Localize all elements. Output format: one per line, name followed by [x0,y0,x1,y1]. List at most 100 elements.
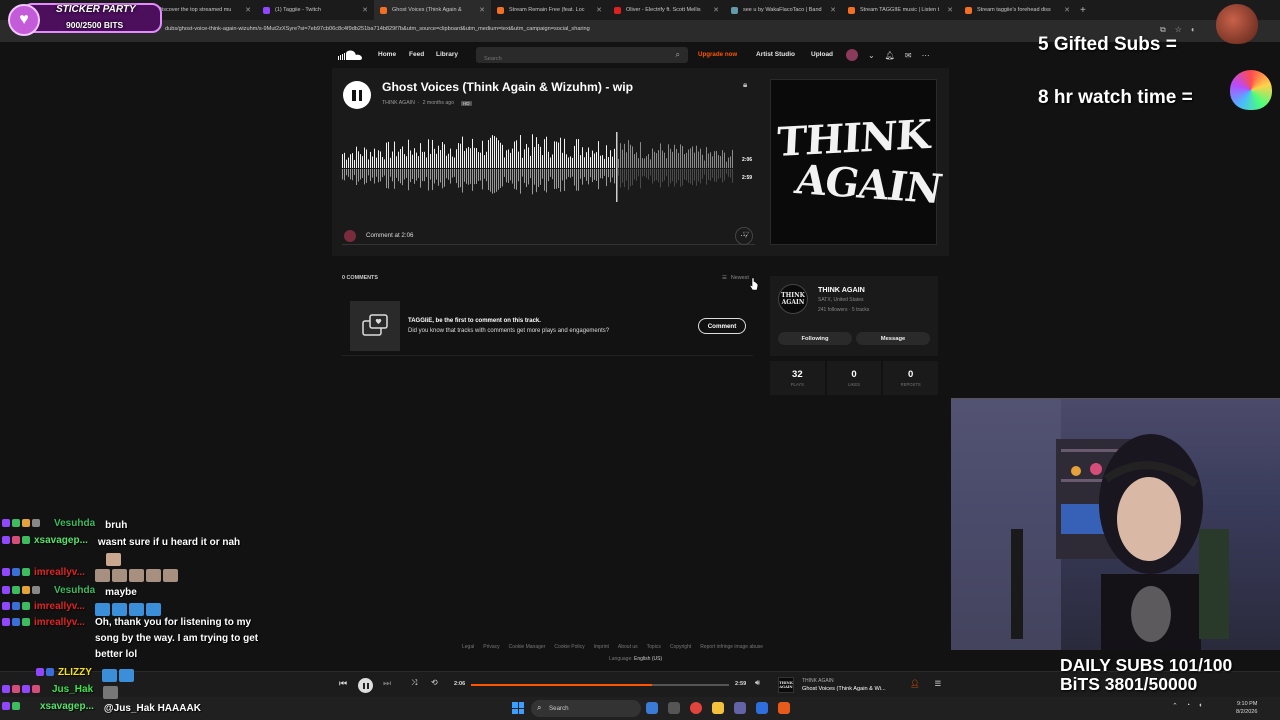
taskbar-clock[interactable]: 9:10 PM 8/2/2026 [1236,700,1257,716]
player-artwork[interactable]: THINK AGAIN [778,677,794,693]
comment-input[interactable]: Comment at 2:06 [366,232,413,239]
nav-library[interactable]: Library [436,51,458,58]
chat-username[interactable]: imreallyv... [34,567,85,578]
comment-input-bar[interactable]: Comment at 2:06 ▽ [342,227,755,245]
nav-home[interactable]: Home [378,51,396,58]
waveform-playhead[interactable] [616,132,618,202]
mail-icon[interactable] [756,702,768,714]
browser-tab[interactable]: Stream taggiie's forehead diss ✕ [959,0,1076,20]
pause-button[interactable] [343,81,371,109]
player-artist[interactable]: THINK AGAIN [802,678,834,684]
artist-avatar[interactable]: THINK AGAIN [778,284,808,314]
search-input[interactable] [476,51,656,67]
footer-link[interactable]: Cookie Manager [509,644,546,650]
progress-bar[interactable] [471,684,729,686]
footer-link[interactable]: Privacy [483,644,499,650]
chat-username[interactable]: Jus_Hak [52,684,93,695]
track-artwork[interactable]: THINK AGAIN [770,79,945,245]
sticker-party-title: STICKER PARTY [56,4,136,15]
footer-link[interactable]: About us [618,644,638,650]
upgrade-now-link[interactable]: Upgrade now [698,51,737,58]
waveform-reflection-bar [730,169,731,178]
following-button[interactable]: Following [778,332,852,345]
browser-tab[interactable]: Stream TAGGIIE music | Listen t ✕ [842,0,959,20]
store-icon[interactable] [668,702,680,714]
notification-bell-icon[interactable]: 🔔︎ [885,51,895,60]
footer-link[interactable]: Legal [462,644,474,650]
waveform-reflection-bar [492,169,493,194]
soundcloud-logo-icon[interactable] [337,50,363,61]
chrome-icon[interactable] [690,702,702,714]
waveform-reflection-bar [398,169,399,182]
player-track-title[interactable]: Ghost Voices (Think Again & Wi... [802,686,886,692]
chevron-up-icon[interactable]: ⌃ [1172,702,1178,710]
footer-link[interactable]: Topics [647,644,661,650]
teams-icon[interactable] [734,702,746,714]
edge-icon[interactable] [646,702,658,714]
waveform-reflection-bar [462,169,463,193]
browser-tab[interactable]: (1) Taggiie - Twitch ✕ [257,0,374,20]
chat-username[interactable]: Vesuhda [54,585,95,596]
close-icon[interactable]: ✕ [947,6,953,14]
queue-icon[interactable]: ☰ [935,679,942,688]
close-icon[interactable]: ✕ [362,6,368,14]
waveform-reflection-bar [644,169,645,177]
upload-link[interactable]: Upload [811,51,833,58]
browser-tab[interactable]: see u by WakaFlacoTaco | Band ✕ [725,0,842,20]
soundcloud-icon [497,6,504,14]
chat-username[interactable]: imreallyv... [34,617,85,628]
network-icon[interactable]: ◔ [1186,702,1190,710]
url-text[interactable]: dubs/ghost-voice-think-again-wizuhm/s-9M… [165,26,590,32]
waveform[interactable] [342,132,734,202]
artist-name[interactable]: THINK AGAIN [818,285,865,294]
taskbar-search[interactable]: ⌕ Search [531,700,641,717]
close-icon[interactable]: ✕ [479,6,485,14]
more-options-icon[interactable]: ⋯ [922,51,930,60]
nav-feed[interactable]: Feed [409,51,424,58]
footer-link[interactable]: Copyright [670,644,691,650]
search-icon[interactable]: ⌕ [676,50,680,60]
footer-link[interactable]: Cookie Policy [554,644,584,650]
shuffle-icon[interactable]: ⤨ [411,678,417,688]
close-icon[interactable]: ✕ [1064,6,1070,14]
browser-tab-active[interactable]: Ghost Voices (Think Again & ✕ [374,0,491,20]
obs-icon[interactable] [778,702,790,714]
messages-icon[interactable]: ✉ [905,51,912,60]
track-artist-link[interactable]: THINK AGAIN [382,100,415,106]
close-icon[interactable]: ✕ [596,6,602,14]
file-explorer-icon[interactable] [712,702,724,714]
new-tab-button[interactable]: + [1080,5,1086,16]
language-selector[interactable]: English (US) [634,656,662,662]
volume-icon[interactable]: 🔊︎ [755,678,760,688]
waveform-reflection-bar [498,169,499,190]
repeat-icon[interactable]: ⟲ [431,678,438,687]
sort-label[interactable]: Newest [731,275,749,281]
close-icon[interactable]: ✕ [830,6,836,14]
follow-icon[interactable]: 👤︎ [910,679,920,688]
chat-username[interactable]: xsavagep... [40,701,94,712]
close-icon[interactable]: ✕ [713,6,719,14]
message-button[interactable]: Message [856,332,930,345]
artist-studio-link[interactable]: Artist Studio [756,51,795,58]
windows-start-icon[interactable] [512,702,524,714]
comment-sort[interactable]: ☰ Newest [722,275,749,281]
next-icon[interactable]: ⏭︎ [383,678,391,689]
browser-tab[interactable]: Oliver - Electrify ft. Scott Mellis ✕ [608,0,725,20]
chat-username[interactable]: ZLIZZY [58,667,92,678]
chat-username[interactable]: Vesuhda [54,518,95,529]
user-avatar[interactable] [846,49,858,61]
waveform-reflection-bar [566,169,567,180]
chevron-down-icon[interactable]: ⌄ [868,51,875,60]
close-icon[interactable]: ✕ [245,6,251,14]
browser-tab[interactable]: Stream Remain Free (feat. Loc ✕ [491,0,608,20]
profile-icon[interactable]: ◐ [1191,25,1196,35]
comment-button[interactable]: Comment [698,318,746,334]
chat-username[interactable]: imreallyv... [34,601,85,612]
speaker-icon[interactable]: ◖ [1198,702,1202,710]
previous-icon[interactable]: ⏮︎ [339,678,347,689]
more-options-button[interactable]: ⋯ [735,227,753,245]
footer-link[interactable]: Imprint [594,644,609,650]
chat-username[interactable]: xsavagep... [34,535,88,546]
pause-button[interactable] [358,678,373,693]
footer-link[interactable]: Report infringe image abuse [700,644,763,650]
